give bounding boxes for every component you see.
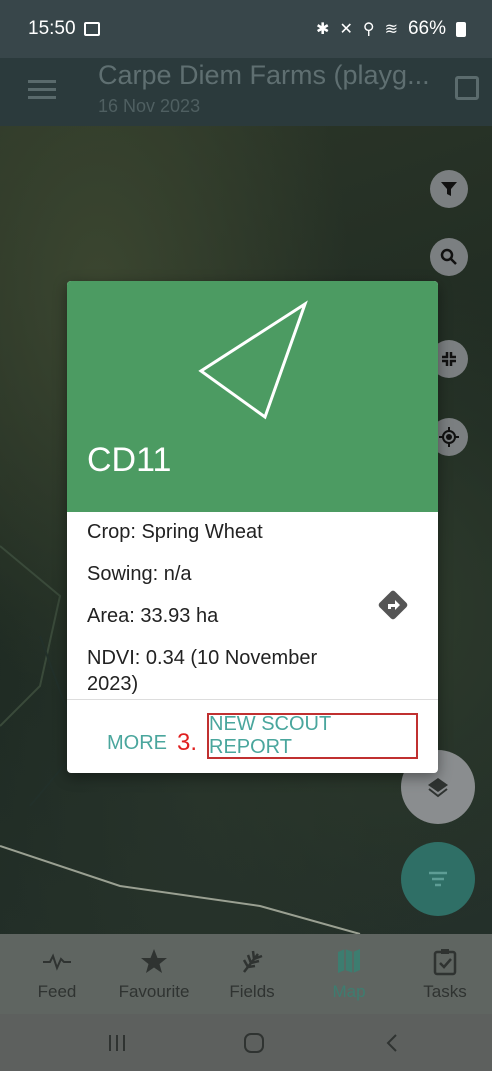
filter-icon[interactable]: [430, 170, 468, 208]
mute-icon: ✕: [339, 21, 353, 38]
nav-feed[interactable]: Feed: [17, 934, 97, 1014]
status-time: 15:50: [28, 18, 76, 39]
ndvi-text: NDVI: 0.34 (10 November 2023): [87, 647, 318, 695]
nav-map[interactable]: Map: [309, 934, 389, 1014]
status-indicators: ✱ ✕ ⚲ ≋ 66%: [316, 18, 466, 40]
bottom-navigation: Feed Favourite Fields Map Tasks: [0, 934, 492, 1014]
crop-text: Crop: Spring Wheat: [87, 521, 263, 543]
field-name: CD11: [87, 441, 172, 479]
map-icon: [338, 949, 360, 973]
back-icon[interactable]: [384, 1033, 400, 1053]
search-icon[interactable]: [430, 238, 468, 276]
step-annotation: 3.: [177, 729, 198, 756]
field-details: Crop: Spring Wheat Sowing: n/a Area: 33.…: [87, 519, 347, 713]
wheat-icon: [242, 950, 263, 973]
battery-icon: [456, 21, 466, 37]
directions-icon[interactable]: [375, 587, 411, 628]
new-scout-report-button[interactable]: NEW SCOUT REPORT: [207, 713, 418, 759]
nav-fields[interactable]: Fields: [212, 934, 292, 1014]
pulse-icon: [43, 953, 71, 971]
status-bar: 15:50 ✱ ✕ ⚲ ≋ 66%: [0, 0, 492, 58]
gallery-notification-icon: [84, 22, 100, 36]
field-popup-card[interactable]: CD11 Crop: Spring Wheat Sowing: n/a Area…: [67, 281, 438, 773]
system-navigation-bar: [0, 1014, 492, 1071]
star-icon: [141, 949, 167, 973]
more-button[interactable]: MORE: [107, 732, 167, 755]
nav-label: Map: [332, 982, 366, 1001]
field-outline-shape: [198, 300, 308, 420]
app-header: Carpe Diem Farms (playg... 16 Nov 2023: [0, 58, 492, 126]
sowing-text: Sowing: n/a: [87, 563, 192, 585]
menu-icon[interactable]: [28, 80, 56, 100]
area-text: Area: 33.93 ha: [87, 605, 219, 627]
recent-apps-icon[interactable]: [107, 1033, 127, 1053]
location-icon: ⚲: [362, 21, 375, 38]
calendar-icon[interactable]: [455, 76, 479, 100]
nav-label: Tasks: [423, 982, 467, 1001]
nav-label: Favourite: [118, 982, 190, 1001]
app-screen: 15:50 ✱ ✕ ⚲ ≋ 66% Carpe Diem Farms (play…: [0, 0, 492, 1071]
nav-label: Fields: [229, 982, 275, 1001]
nav-favourite[interactable]: Favourite: [114, 934, 194, 1014]
selected-date: 16 Nov 2023: [98, 96, 201, 116]
battery-percent: 66%: [407, 18, 446, 39]
field-hero: CD11: [67, 281, 438, 512]
divider: [67, 699, 438, 700]
clipboard-check-icon: [433, 949, 457, 976]
bluetooth-icon: ✱: [316, 21, 330, 38]
farm-title[interactable]: Carpe Diem Farms (playg...: [98, 60, 430, 91]
home-icon[interactable]: [242, 1031, 266, 1055]
sort-icon[interactable]: [401, 842, 475, 916]
wifi-signal-icon: ≋: [384, 21, 398, 38]
nav-tasks[interactable]: Tasks: [405, 934, 485, 1014]
nav-label: Feed: [37, 982, 77, 1001]
